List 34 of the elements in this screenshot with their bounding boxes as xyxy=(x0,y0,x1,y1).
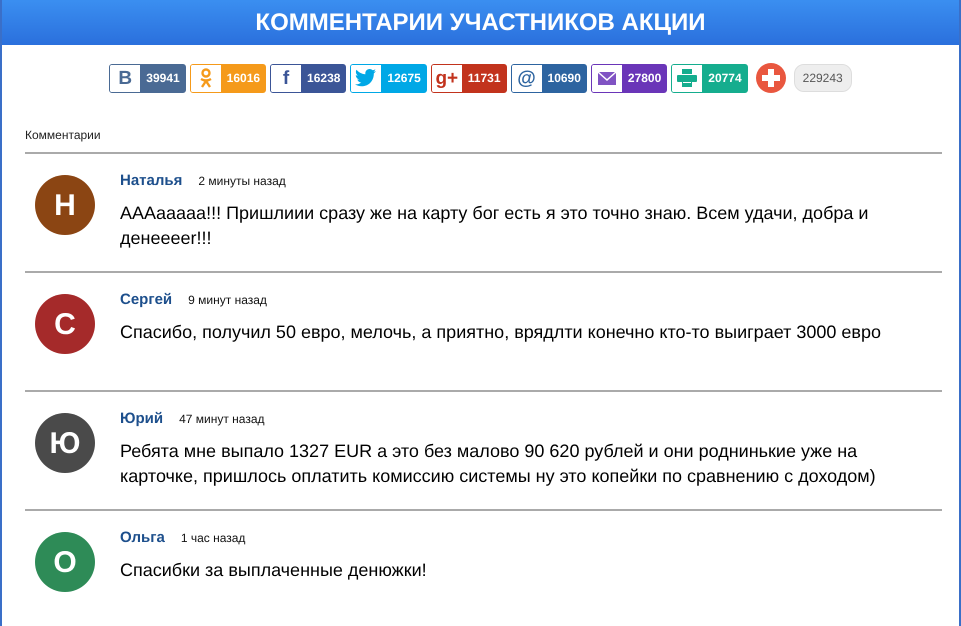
comment-text: AAAaaaaa!!! Пришлиии сразу же на карту бог есть я это точно знаю. Всем удачи, добра и денееееr!!! xyxy=(120,202,870,250)
avatar: Ю xyxy=(35,413,95,473)
avatar: Н xyxy=(35,175,95,235)
author-name[interactable]: Ольга xyxy=(120,527,165,550)
printer-icon xyxy=(677,69,698,87)
envelope-icon xyxy=(596,70,617,86)
fb-icon: f xyxy=(282,68,290,88)
share-button[interactable]: В 39941 xyxy=(109,64,186,92)
mail-icon: @ xyxy=(517,68,536,88)
comment-text: Спасибки за выплаченные денюжки! xyxy=(120,558,427,582)
plus-icon xyxy=(762,69,780,87)
bird-icon xyxy=(355,69,378,87)
author-name[interactable]: Наталья xyxy=(120,170,182,192)
add-share-button[interactable] xyxy=(756,63,786,93)
author-name[interactable]: Юрий xyxy=(120,408,164,430)
avatar: С xyxy=(35,294,95,354)
avatar: О xyxy=(35,532,95,592)
vk-icon: В xyxy=(118,68,132,88)
share-button[interactable]: f 16238 xyxy=(270,64,346,92)
comment-text: Ребята мне выпало 1327 EUR а это без малово 90 620 рублей и они роднинькие уже на карточке, пришлось оплатить комиссию системы ну это копейки по сравнению с доходом) xyxy=(120,440,877,488)
share-button[interactable]: g+ 11731 xyxy=(430,64,507,92)
comment-time: 1 час назад xyxy=(180,530,246,547)
share-button[interactable]: 27800 xyxy=(590,64,668,92)
comment-time: 2 минуты назад xyxy=(198,173,286,190)
comment-text: Спасибо, получил 50 евро, мелочь, а приятно, врядлти конечно кто-то выиграет 3000 евро xyxy=(120,320,882,344)
comment-time: 9 минут назад xyxy=(188,292,267,309)
comment-time: 47 минут назад xyxy=(179,411,265,428)
page-title: КОММЕНТАРИИ УЧАСТНИКОВ АКЦИИ xyxy=(255,8,706,38)
share-total-count: 229243 xyxy=(794,64,852,92)
author-name[interactable]: Сергей xyxy=(120,289,172,312)
person-icon xyxy=(198,68,213,88)
comments-heading: Комментарии xyxy=(25,127,102,144)
share-button[interactable]: @ 10690 xyxy=(510,64,587,92)
gplus-icon: g+ xyxy=(435,68,458,88)
